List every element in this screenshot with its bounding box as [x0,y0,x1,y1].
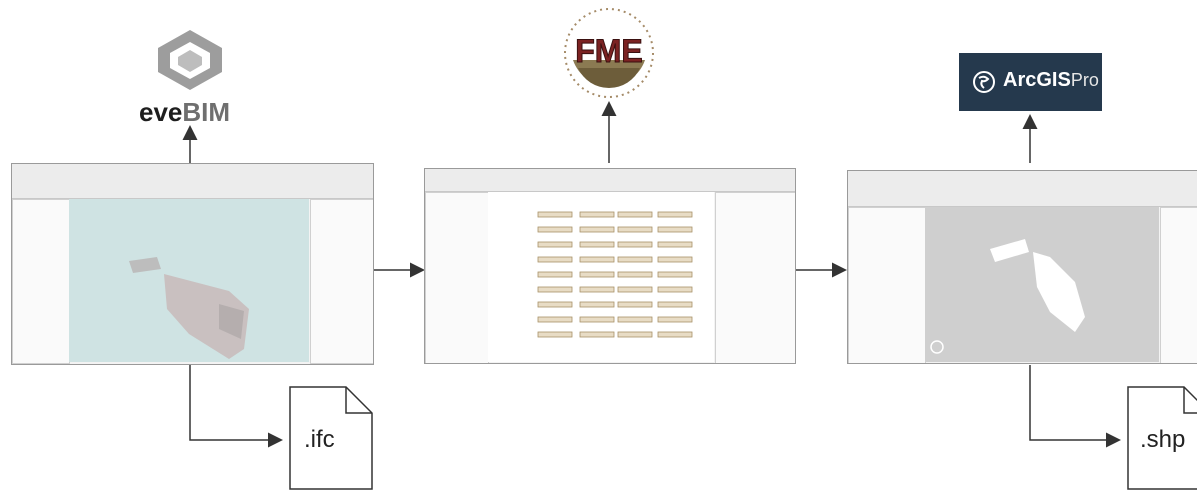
evebim-right-panel [310,199,373,364]
globe-icon [973,71,995,93]
evebim-left-panel [12,199,70,364]
evebim-viewport [69,199,309,362]
arcgis-ribbon [848,171,1197,207]
fme-ribbon [425,169,795,192]
fme-right-panel [715,192,795,363]
arcgis-screenshot [847,170,1197,364]
shp-file-label: .shp [1140,426,1186,453]
evebim-logo-text: eveBIM [139,97,231,127]
svg-text:FME: FME [575,33,643,69]
arcgis-map-view [925,207,1159,362]
arrow-to-ifc [189,365,283,448]
arrow-to-shp [1029,365,1121,448]
evebim-ribbon [12,164,373,199]
fme-canvas [488,192,714,362]
fme-screenshot [424,168,796,364]
evebim-logo-icon [150,28,230,98]
ifc-file-label: .ifc [304,426,335,453]
arcgis-pro-logo: ArcGISPro [959,53,1102,111]
fme-logo: FME [556,6,662,100]
arcgis-logo-text: ArcGISPro [1003,69,1099,91]
arcgis-contents-panel [848,207,926,363]
fme-left-panel [425,192,489,363]
arcgis-right-panel [1160,207,1197,363]
evebim-screenshot [11,163,374,365]
